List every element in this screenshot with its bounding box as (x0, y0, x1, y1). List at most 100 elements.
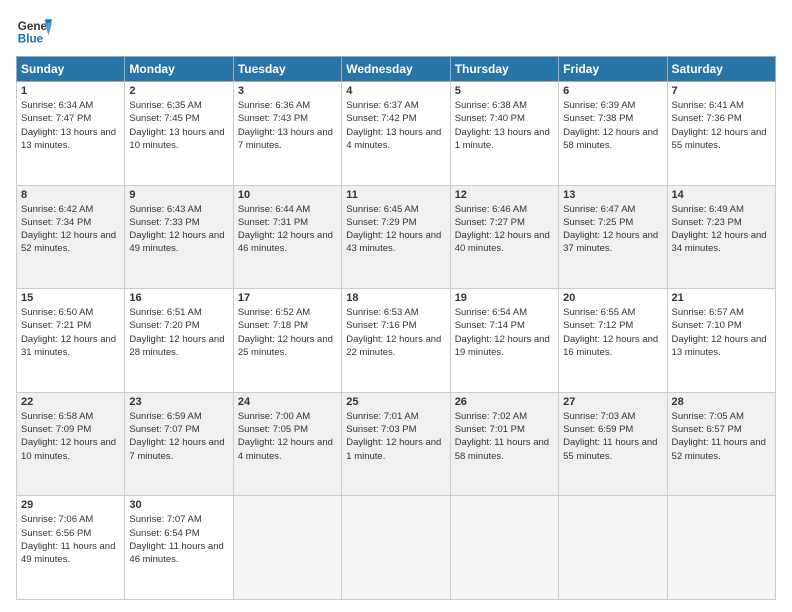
calendar-cell: 14 Sunrise: 6:49 AMSunset: 7:23 PMDayligh… (667, 185, 775, 289)
day-info: Sunrise: 6:43 AMSunset: 7:33 PMDaylight:… (129, 203, 228, 256)
calendar-week-row: 1Sunrise: 6:34 AMSunset: 7:47 PMDaylight… (17, 82, 776, 186)
day-info: Sunrise: 6:34 AMSunset: 7:47 PMDaylight:… (21, 99, 120, 152)
calendar-cell: 22 Sunrise: 6:58 AMSunset: 7:09 PMDayligh… (17, 392, 125, 496)
day-info: Sunrise: 6:55 AMSunset: 7:12 PMDaylight:… (563, 306, 662, 359)
day-number: 4 (346, 85, 445, 97)
calendar-cell: 10 Sunrise: 6:44 AMSunset: 7:31 PMDayligh… (233, 185, 341, 289)
calendar-week-row: 15 Sunrise: 6:50 AMSunset: 7:21 PMDayligh… (17, 289, 776, 393)
day-number: 18 (346, 292, 445, 304)
day-number: 23 (129, 396, 228, 408)
svg-text:Blue: Blue (18, 33, 44, 46)
day-number: 19 (455, 292, 554, 304)
day-number: 28 (672, 396, 771, 408)
day-info: Sunrise: 6:36 AMSunset: 7:43 PMDaylight:… (238, 99, 337, 152)
calendar-cell: 7 Sunrise: 6:41 AMSunset: 7:36 PMDaylight… (667, 82, 775, 186)
col-saturday: Saturday (667, 57, 775, 82)
header: General Blue (16, 12, 776, 48)
calendar-cell: 3Sunrise: 6:36 AMSunset: 7:43 PMDaylight… (233, 82, 341, 186)
calendar-cell: 5 Sunrise: 6:38 AMSunset: 7:40 PMDaylight… (450, 82, 558, 186)
calendar-cell: 20 Sunrise: 6:55 AMSunset: 7:12 PMDayligh… (559, 289, 667, 393)
day-number: 14 (672, 189, 771, 201)
day-number: 16 (129, 292, 228, 304)
day-info: Sunrise: 6:35 AMSunset: 7:45 PMDaylight:… (129, 99, 228, 152)
day-info: Sunrise: 7:06 AMSunset: 6:56 PMDaylight:… (21, 513, 120, 566)
calendar-cell: 12 Sunrise: 6:46 AMSunset: 7:27 PMDayligh… (450, 185, 558, 289)
col-thursday: Thursday (450, 57, 558, 82)
calendar-cell: 8 Sunrise: 6:42 AMSunset: 7:34 PMDaylight… (17, 185, 125, 289)
day-info: Sunrise: 6:54 AMSunset: 7:14 PMDaylight:… (455, 306, 554, 359)
calendar-cell (233, 496, 341, 600)
col-monday: Monday (125, 57, 233, 82)
day-number: 10 (238, 189, 337, 201)
day-info: Sunrise: 6:51 AMSunset: 7:20 PMDaylight:… (129, 306, 228, 359)
logo-icon: General Blue (16, 12, 52, 48)
calendar-cell: 19 Sunrise: 6:54 AMSunset: 7:14 PMDayligh… (450, 289, 558, 393)
day-info: Sunrise: 6:50 AMSunset: 7:21 PMDaylight:… (21, 306, 120, 359)
calendar-cell: 29Sunrise: 7:06 AMSunset: 6:56 PMDayligh… (17, 496, 125, 600)
day-info: Sunrise: 7:02 AMSunset: 7:01 PMDaylight:… (455, 410, 554, 463)
day-info: Sunrise: 7:05 AMSunset: 6:57 PMDaylight:… (672, 410, 771, 463)
day-info: Sunrise: 6:58 AMSunset: 7:09 PMDaylight:… (21, 410, 120, 463)
col-friday: Friday (559, 57, 667, 82)
calendar-cell: 17 Sunrise: 6:52 AMSunset: 7:18 PMDayligh… (233, 289, 341, 393)
day-number: 2 (129, 85, 228, 97)
day-info: Sunrise: 6:41 AMSunset: 7:36 PMDaylight:… (672, 99, 771, 152)
day-info: Sunrise: 6:57 AMSunset: 7:10 PMDaylight:… (672, 306, 771, 359)
day-number: 8 (21, 189, 120, 201)
calendar-cell: 25 Sunrise: 7:01 AMSunset: 7:03 PMDayligh… (342, 392, 450, 496)
calendar-cell: 21 Sunrise: 6:57 AMSunset: 7:10 PMDayligh… (667, 289, 775, 393)
day-info: Sunrise: 6:37 AMSunset: 7:42 PMDaylight:… (346, 99, 445, 152)
day-number: 15 (21, 292, 120, 304)
calendar-cell: 16 Sunrise: 6:51 AMSunset: 7:20 PMDayligh… (125, 289, 233, 393)
day-number: 7 (672, 85, 771, 97)
calendar-cell (559, 496, 667, 600)
calendar-cell: 11 Sunrise: 6:45 AMSunset: 7:29 PMDayligh… (342, 185, 450, 289)
day-info: Sunrise: 6:59 AMSunset: 7:07 PMDaylight:… (129, 410, 228, 463)
calendar-cell: 15 Sunrise: 6:50 AMSunset: 7:21 PMDayligh… (17, 289, 125, 393)
day-info: Sunrise: 6:52 AMSunset: 7:18 PMDaylight:… (238, 306, 337, 359)
col-sunday: Sunday (17, 57, 125, 82)
calendar-cell: 24Sunrise: 7:00 AMSunset: 7:05 PMDayligh… (233, 392, 341, 496)
day-info: Sunrise: 6:47 AMSunset: 7:25 PMDaylight:… (563, 203, 662, 256)
day-info: Sunrise: 6:45 AMSunset: 7:29 PMDaylight:… (346, 203, 445, 256)
day-number: 12 (455, 189, 554, 201)
col-wednesday: Wednesday (342, 57, 450, 82)
page: General Blue Sunday Monday Tuesday Wedne… (0, 0, 792, 612)
calendar-cell: 4 Sunrise: 6:37 AMSunset: 7:42 PMDaylight… (342, 82, 450, 186)
calendar-week-row: 8 Sunrise: 6:42 AMSunset: 7:34 PMDaylight… (17, 185, 776, 289)
day-number: 17 (238, 292, 337, 304)
day-number: 21 (672, 292, 771, 304)
day-info: Sunrise: 6:46 AMSunset: 7:27 PMDaylight:… (455, 203, 554, 256)
day-info: Sunrise: 6:53 AMSunset: 7:16 PMDaylight:… (346, 306, 445, 359)
calendar-cell: 18 Sunrise: 6:53 AMSunset: 7:16 PMDayligh… (342, 289, 450, 393)
day-number: 20 (563, 292, 662, 304)
day-number: 26 (455, 396, 554, 408)
calendar-header-row: Sunday Monday Tuesday Wednesday Thursday… (17, 57, 776, 82)
day-number: 13 (563, 189, 662, 201)
day-number: 30 (129, 499, 228, 511)
day-number: 9 (129, 189, 228, 201)
day-info: Sunrise: 7:01 AMSunset: 7:03 PMDaylight:… (346, 410, 445, 463)
day-info: Sunrise: 6:49 AMSunset: 7:23 PMDaylight:… (672, 203, 771, 256)
day-info: Sunrise: 6:44 AMSunset: 7:31 PMDaylight:… (238, 203, 337, 256)
day-number: 25 (346, 396, 445, 408)
calendar-week-row: 22 Sunrise: 6:58 AMSunset: 7:09 PMDayligh… (17, 392, 776, 496)
day-info: Sunrise: 6:42 AMSunset: 7:34 PMDaylight:… (21, 203, 120, 256)
calendar-cell: 28 Sunrise: 7:05 AMSunset: 6:57 PMDayligh… (667, 392, 775, 496)
day-number: 11 (346, 189, 445, 201)
calendar: Sunday Monday Tuesday Wednesday Thursday… (16, 56, 776, 600)
day-number: 6 (563, 85, 662, 97)
day-info: Sunrise: 6:38 AMSunset: 7:40 PMDaylight:… (455, 99, 554, 152)
calendar-cell: 26 Sunrise: 7:02 AMSunset: 7:01 PMDayligh… (450, 392, 558, 496)
calendar-cell: 1Sunrise: 6:34 AMSunset: 7:47 PMDaylight… (17, 82, 125, 186)
calendar-cell: 27Sunrise: 7:03 AMSunset: 6:59 PMDayligh… (559, 392, 667, 496)
calendar-cell (342, 496, 450, 600)
calendar-cell: 13 Sunrise: 6:47 AMSunset: 7:25 PMDayligh… (559, 185, 667, 289)
day-info: Sunrise: 7:03 AMSunset: 6:59 PMDaylight:… (563, 410, 662, 463)
calendar-cell: 23 Sunrise: 6:59 AMSunset: 7:07 PMDayligh… (125, 392, 233, 496)
day-number: 22 (21, 396, 120, 408)
calendar-cell: 2 Sunrise: 6:35 AMSunset: 7:45 PMDaylight… (125, 82, 233, 186)
day-number: 24 (238, 396, 337, 408)
day-number: 5 (455, 85, 554, 97)
calendar-cell: 6Sunrise: 6:39 AMSunset: 7:38 PMDaylight… (559, 82, 667, 186)
